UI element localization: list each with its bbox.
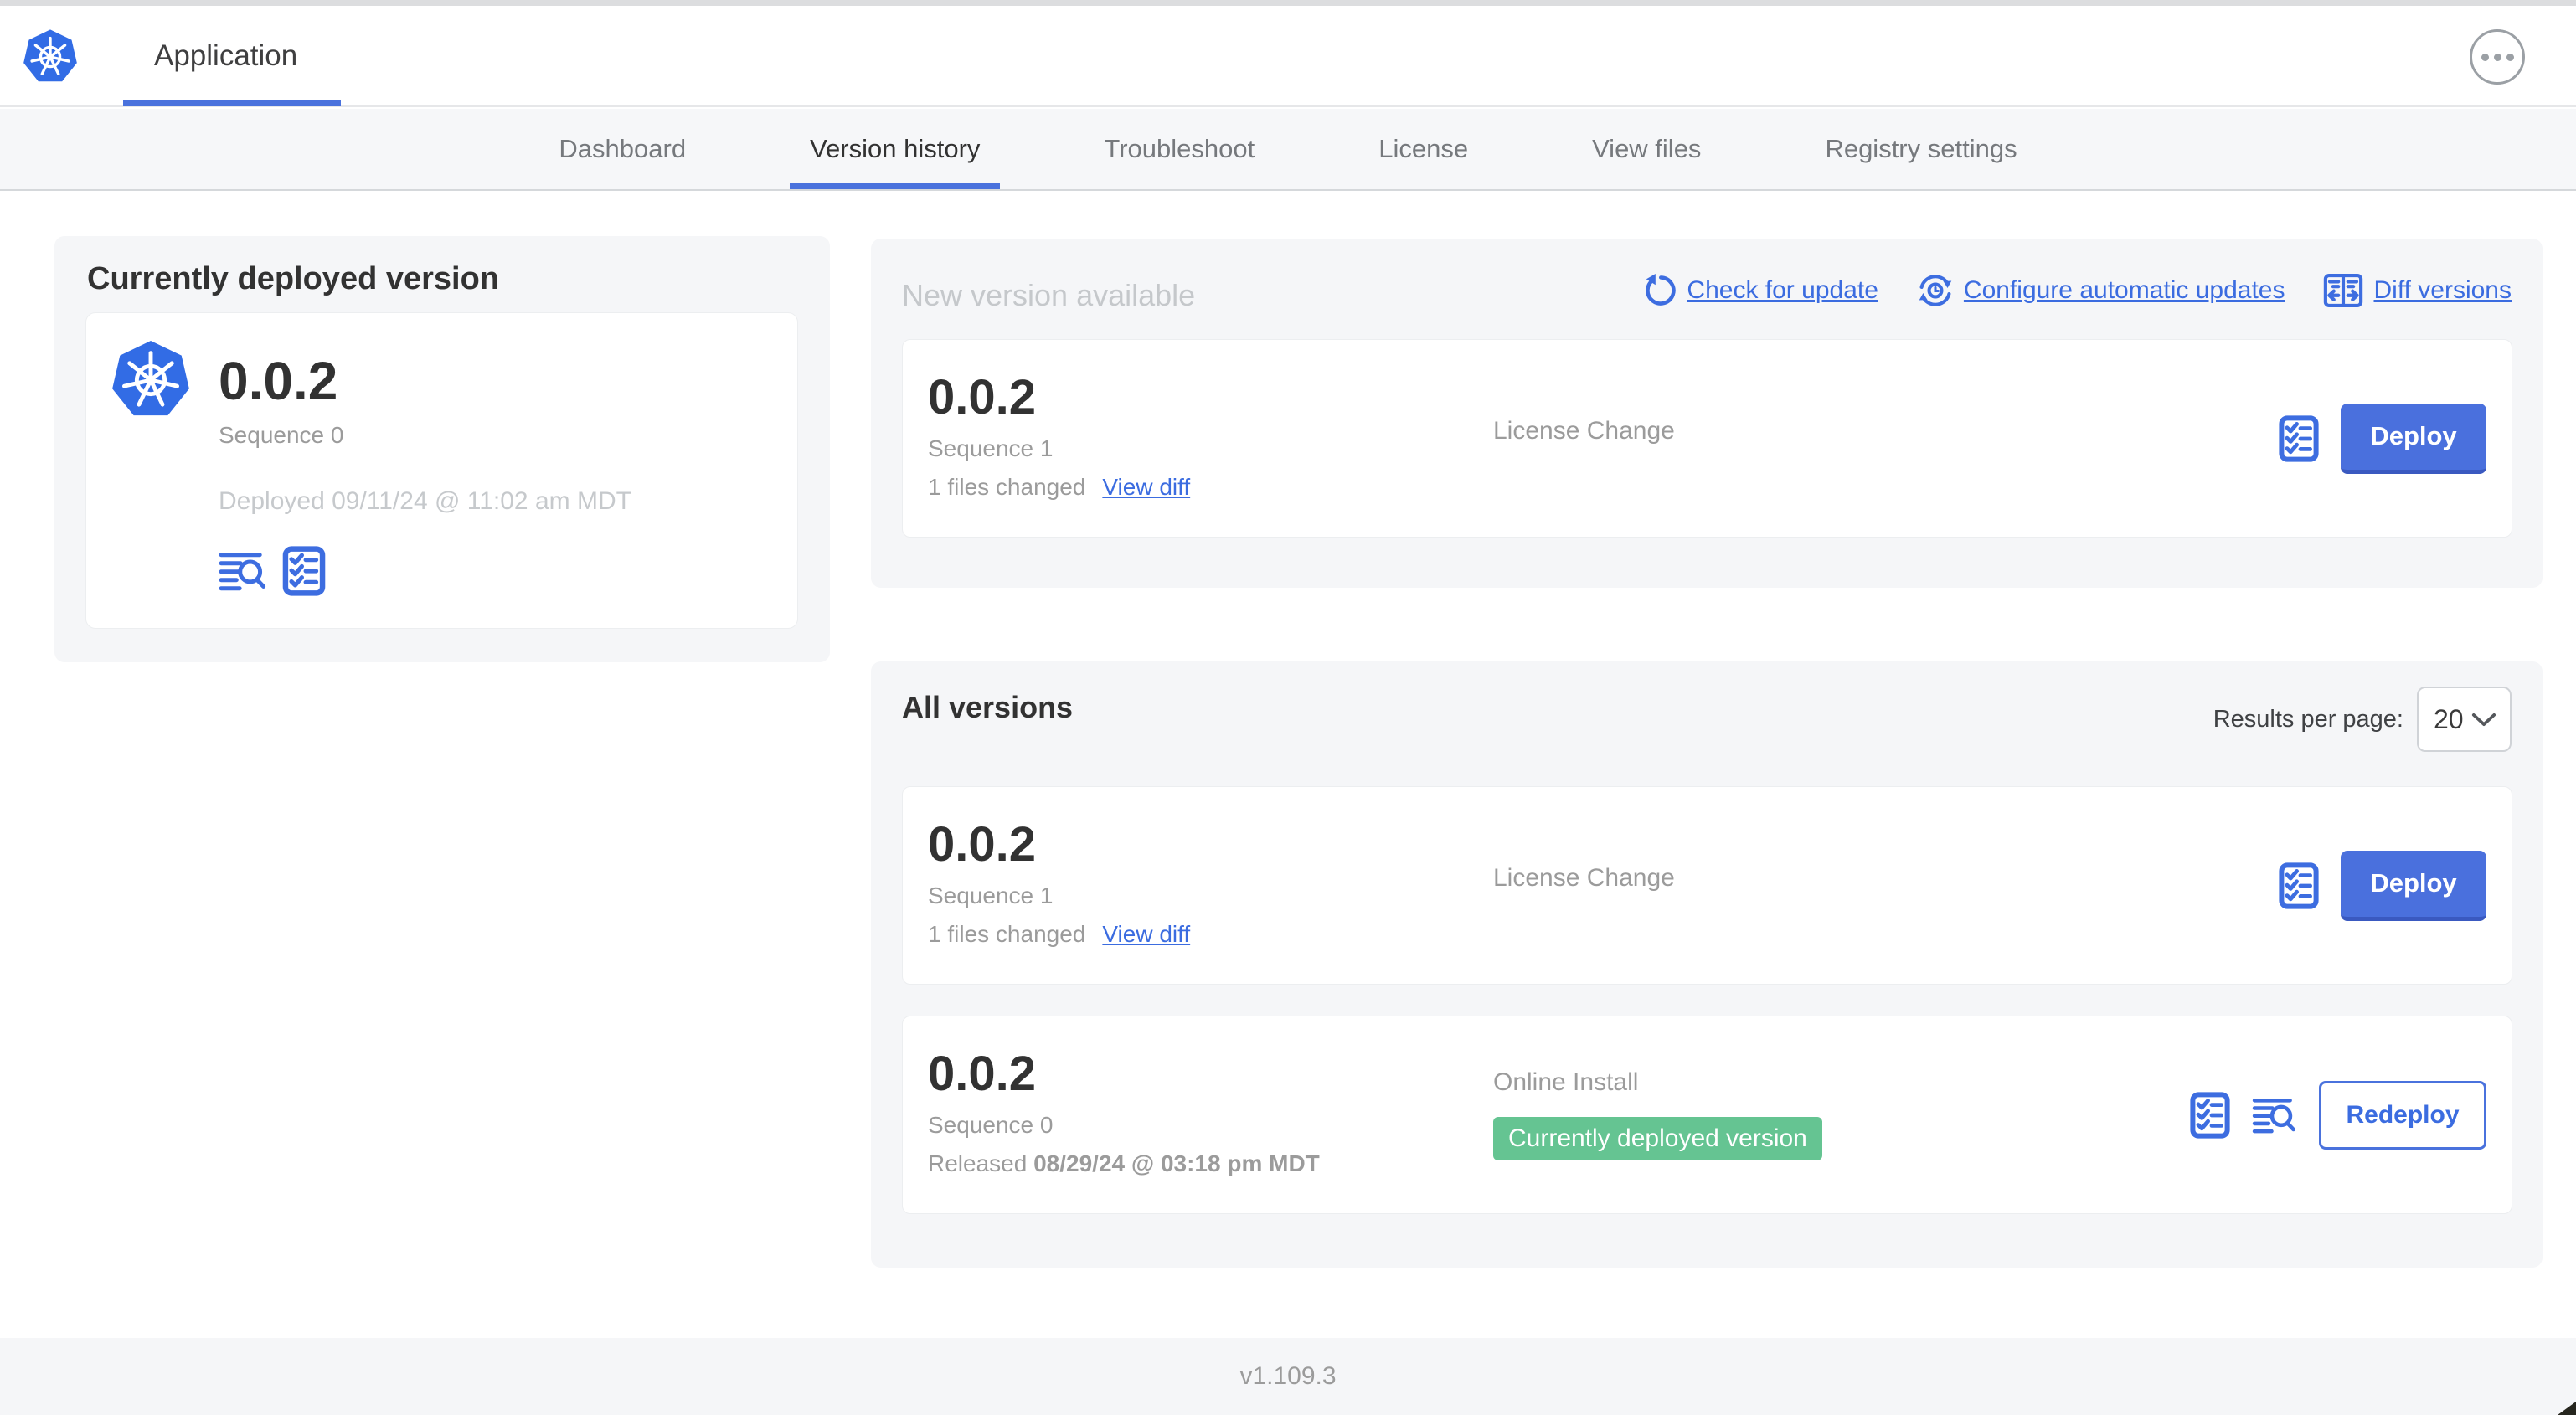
tab-troubleshoot[interactable]: Troubleshoot [1104, 109, 1255, 189]
version-row-sequence-0: 0.0.2 Sequence 0 Released 08/29/24 @ 03:… [902, 1016, 2512, 1214]
console-version: v1.109.3 [1239, 1362, 1337, 1390]
tab-dashboard[interactable]: Dashboard [559, 109, 686, 189]
window-top-strip [0, 0, 2576, 6]
version-source: License Change [1493, 864, 1675, 892]
results-per-page-select[interactable]: 20 [2417, 687, 2512, 752]
current-version-sequence: Sequence 0 [219, 422, 344, 448]
new-version-panel: New version available Check for update C… [871, 239, 2543, 588]
redeploy-button[interactable]: Redeploy [2319, 1080, 2486, 1150]
preflight-checklist-icon[interactable] [2190, 1092, 2230, 1139]
view-diff-link[interactable]: View diff [1102, 921, 1190, 948]
auto-update-icon [1917, 272, 1954, 309]
configure-automatic-updates-link[interactable]: Configure automatic updates [1917, 272, 2285, 309]
check-for-update-link[interactable]: Check for update [1641, 273, 1878, 308]
app-tab-label: Application [154, 39, 298, 72]
deploy-logs-icon[interactable] [219, 550, 267, 592]
new-version-row: 0.0.2 Sequence 1 1 files changed View di… [902, 339, 2512, 538]
nav-tabs: Dashboard Version history Troubleshoot L… [0, 109, 2576, 191]
all-versions-panel: All versions Results per page: 20 0.0.2 … [871, 661, 2543, 1268]
currently-deployed-panel: Currently deployed version 0.0.2 Sequenc… [54, 236, 830, 662]
tab-license[interactable]: License [1378, 109, 1468, 189]
kubernetes-logo [110, 339, 192, 421]
kubernetes-logo [22, 28, 79, 86]
currently-deployed-title: Currently deployed version [87, 261, 500, 296]
tab-version-history[interactable]: Version history [790, 109, 1001, 189]
refresh-icon [1641, 273, 1677, 308]
all-versions-title: All versions [902, 690, 1074, 724]
preflight-checklist-icon[interactable] [2279, 415, 2319, 462]
preflight-checklist-icon[interactable] [2279, 862, 2319, 909]
version-sequence: Sequence 1 [928, 435, 1054, 461]
results-per-page-label: Results per page: [2213, 705, 2403, 733]
tab-registry-settings[interactable]: Registry settings [1825, 109, 2017, 189]
version-source: License Change [1493, 417, 1675, 445]
chevron-down-icon [2471, 713, 2496, 727]
version-sequence: Sequence 0 [928, 1112, 1054, 1138]
diff-versions-link[interactable]: Diff versions [2323, 273, 2512, 308]
preflight-checklist-icon[interactable] [282, 546, 326, 596]
app-tab-active-underline [123, 100, 341, 106]
released-timestamp: Released 08/29/24 @ 03:18 pm MDT [928, 1150, 1320, 1176]
app-tab[interactable]: Application [154, 6, 297, 105]
tab-view-files[interactable]: View files [1592, 109, 1701, 189]
version-number: 0.0.2 [928, 817, 1036, 872]
view-diff-link[interactable]: View diff [1102, 474, 1190, 501]
footer: v1.109.3 [0, 1338, 2576, 1415]
version-history-page: Application Dashboard Version history Tr… [0, 0, 2576, 1415]
version-row-sequence-1: 0.0.2 Sequence 1 1 files changed View di… [902, 786, 2512, 985]
version-source: Online Install [1493, 1068, 1639, 1096]
files-changed-label: 1 files changed [928, 921, 1086, 947]
diff-icon [2323, 273, 2363, 308]
current-version-deployed-timestamp: Deployed 09/11/24 @ 11:02 am MDT [219, 487, 631, 515]
version-number: 0.0.2 [928, 370, 1036, 424]
version-number: 0.0.2 [928, 1047, 1036, 1101]
app-header: Application [0, 6, 2576, 107]
deploy-logs-icon[interactable] [2252, 1096, 2297, 1135]
deploy-button[interactable]: Deploy [2341, 403, 2486, 474]
version-sequence: Sequence 1 [928, 882, 1054, 908]
ellipsis-menu-icon[interactable] [2470, 29, 2525, 85]
new-version-title: New version available [902, 278, 1196, 312]
currently-deployed-card: 0.0.2 Sequence 0 Deployed 09/11/24 @ 11:… [85, 312, 798, 629]
files-changed-label: 1 files changed [928, 474, 1086, 500]
deploy-button[interactable]: Deploy [2341, 850, 2486, 921]
currently-deployed-badge: Currently deployed version [1493, 1117, 1822, 1160]
results-per-page-value: 20 [2434, 703, 2464, 734]
current-version-number: 0.0.2 [219, 351, 338, 411]
